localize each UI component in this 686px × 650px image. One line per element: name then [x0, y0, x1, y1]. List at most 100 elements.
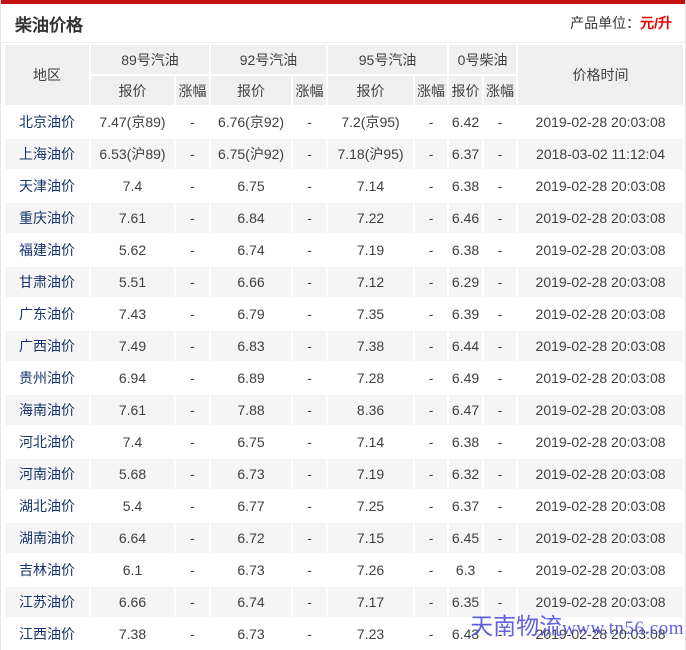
change-cell: -	[176, 459, 209, 489]
price-cell: 7.19	[328, 459, 413, 489]
region-link[interactable]: 吉林油价	[19, 562, 75, 578]
change-cell: -	[176, 235, 209, 265]
table-row: 海南油价7.61-7.88-8.36-6.47-2019-02-28 20:03…	[5, 395, 683, 425]
price-cell: 6.76(京92)	[211, 107, 291, 137]
price-cell: 7.23	[328, 619, 413, 649]
change-cell: -	[293, 107, 326, 137]
region-cell: 河北油价	[5, 427, 89, 457]
region-cell: 江苏油价	[5, 587, 89, 617]
header-region: 地区	[5, 45, 89, 105]
change-cell: -	[484, 139, 516, 169]
subheader-change-89: 涨幅	[176, 76, 209, 105]
change-cell: -	[176, 523, 209, 553]
region-link[interactable]: 北京油价	[19, 114, 75, 130]
change-cell: -	[176, 267, 209, 297]
change-cell: -	[415, 299, 447, 329]
region-cell: 广西油价	[5, 331, 89, 361]
change-cell: -	[293, 267, 326, 297]
subheader-price-95: 报价	[328, 76, 413, 105]
price-cell: 7.38	[328, 331, 413, 361]
region-cell: 上海油价	[5, 139, 89, 169]
change-cell: -	[176, 107, 209, 137]
time-cell: 2019-02-28 20:03:08	[518, 267, 683, 297]
price-cell: 7.4	[91, 427, 174, 457]
price-cell: 6.45	[449, 523, 482, 553]
change-cell: -	[293, 395, 326, 425]
change-cell: -	[293, 523, 326, 553]
change-cell: -	[293, 203, 326, 233]
change-cell: -	[484, 203, 516, 233]
region-link[interactable]: 河南油价	[19, 466, 75, 482]
region-cell: 甘肃油价	[5, 267, 89, 297]
change-cell: -	[176, 491, 209, 521]
change-cell: -	[484, 331, 516, 361]
table-row: 广东油价7.43-6.79-7.35-6.39-2019-02-28 20:03…	[5, 299, 683, 329]
time-cell: 2019-02-28 20:03:08	[518, 395, 683, 425]
region-link[interactable]: 海南油价	[19, 402, 75, 418]
price-cell: 6.37	[449, 139, 482, 169]
region-link[interactable]: 重庆油价	[19, 210, 75, 226]
price-cell: 5.62	[91, 235, 174, 265]
price-cell: 7.14	[328, 171, 413, 201]
change-cell: -	[484, 395, 516, 425]
time-cell: 2019-02-28 20:03:08	[518, 171, 683, 201]
change-cell: -	[415, 427, 447, 457]
change-cell: -	[293, 459, 326, 489]
change-cell: -	[176, 427, 209, 457]
price-cell: 6.64	[91, 523, 174, 553]
table-row: 湖北油价5.4-6.77-7.25-6.37-2019-02-28 20:03:…	[5, 491, 683, 521]
region-cell: 北京油价	[5, 107, 89, 137]
change-cell: -	[415, 555, 447, 585]
price-cell: 6.73	[211, 459, 291, 489]
region-link[interactable]: 贵州油价	[19, 370, 75, 386]
table-row: 贵州油价6.94-6.89-7.28-6.49-2019-02-28 20:03…	[5, 363, 683, 393]
change-cell: -	[484, 523, 516, 553]
change-cell: -	[415, 267, 447, 297]
change-cell: -	[176, 363, 209, 393]
region-link[interactable]: 江西油价	[19, 626, 75, 642]
region-cell: 湖南油价	[5, 523, 89, 553]
region-link[interactable]: 天津油价	[19, 178, 75, 194]
region-link[interactable]: 上海油价	[19, 146, 75, 162]
subheader-change-95: 涨幅	[415, 76, 447, 105]
change-cell: -	[415, 395, 447, 425]
product-unit: 产品单位：元/升	[570, 13, 672, 33]
change-cell: -	[484, 171, 516, 201]
change-cell: -	[415, 619, 447, 649]
change-cell: -	[293, 171, 326, 201]
price-cell: 7.26	[328, 555, 413, 585]
region-link[interactable]: 湖北油价	[19, 498, 75, 514]
region-link[interactable]: 湖南油价	[19, 530, 75, 546]
price-cell: 6.43	[449, 619, 482, 649]
change-cell: -	[415, 203, 447, 233]
header-fuel-92: 92号汽油	[211, 45, 326, 74]
subheader-price-0: 报价	[449, 76, 482, 105]
region-link[interactable]: 河北油价	[19, 434, 75, 450]
change-cell: -	[484, 587, 516, 617]
product-unit-value: 元/升	[640, 15, 672, 31]
price-cell: 6.47	[449, 395, 482, 425]
time-cell: 2019-02-28 20:03:08	[518, 299, 683, 329]
price-cell: 6.74	[211, 587, 291, 617]
region-link[interactable]: 江苏油价	[19, 594, 75, 610]
table-row: 湖南油价6.64-6.72-7.15-6.45-2019-02-28 20:03…	[5, 523, 683, 553]
region-cell: 天津油价	[5, 171, 89, 201]
subheader-change-0: 涨幅	[484, 76, 516, 105]
change-cell: -	[415, 139, 447, 169]
change-cell: -	[176, 203, 209, 233]
price-cell: 7.61	[91, 203, 174, 233]
region-link[interactable]: 广东油价	[19, 306, 75, 322]
price-cell: 6.42	[449, 107, 482, 137]
price-cell: 6.73	[211, 619, 291, 649]
region-link[interactable]: 广西油价	[19, 338, 75, 354]
table-row: 江西油价7.38-6.73-7.23-6.43-2019-02-28 20:03…	[5, 619, 683, 649]
region-cell: 湖北油价	[5, 491, 89, 521]
region-cell: 河南油价	[5, 459, 89, 489]
time-cell: 2019-02-28 20:03:08	[518, 203, 683, 233]
change-cell: -	[176, 395, 209, 425]
region-cell: 海南油价	[5, 395, 89, 425]
region-link[interactable]: 甘肃油价	[19, 274, 75, 290]
price-cell: 6.46	[449, 203, 482, 233]
region-link[interactable]: 福建油价	[19, 242, 75, 258]
table-row: 天津油价7.4-6.75-7.14-6.38-2019-02-28 20:03:…	[5, 171, 683, 201]
